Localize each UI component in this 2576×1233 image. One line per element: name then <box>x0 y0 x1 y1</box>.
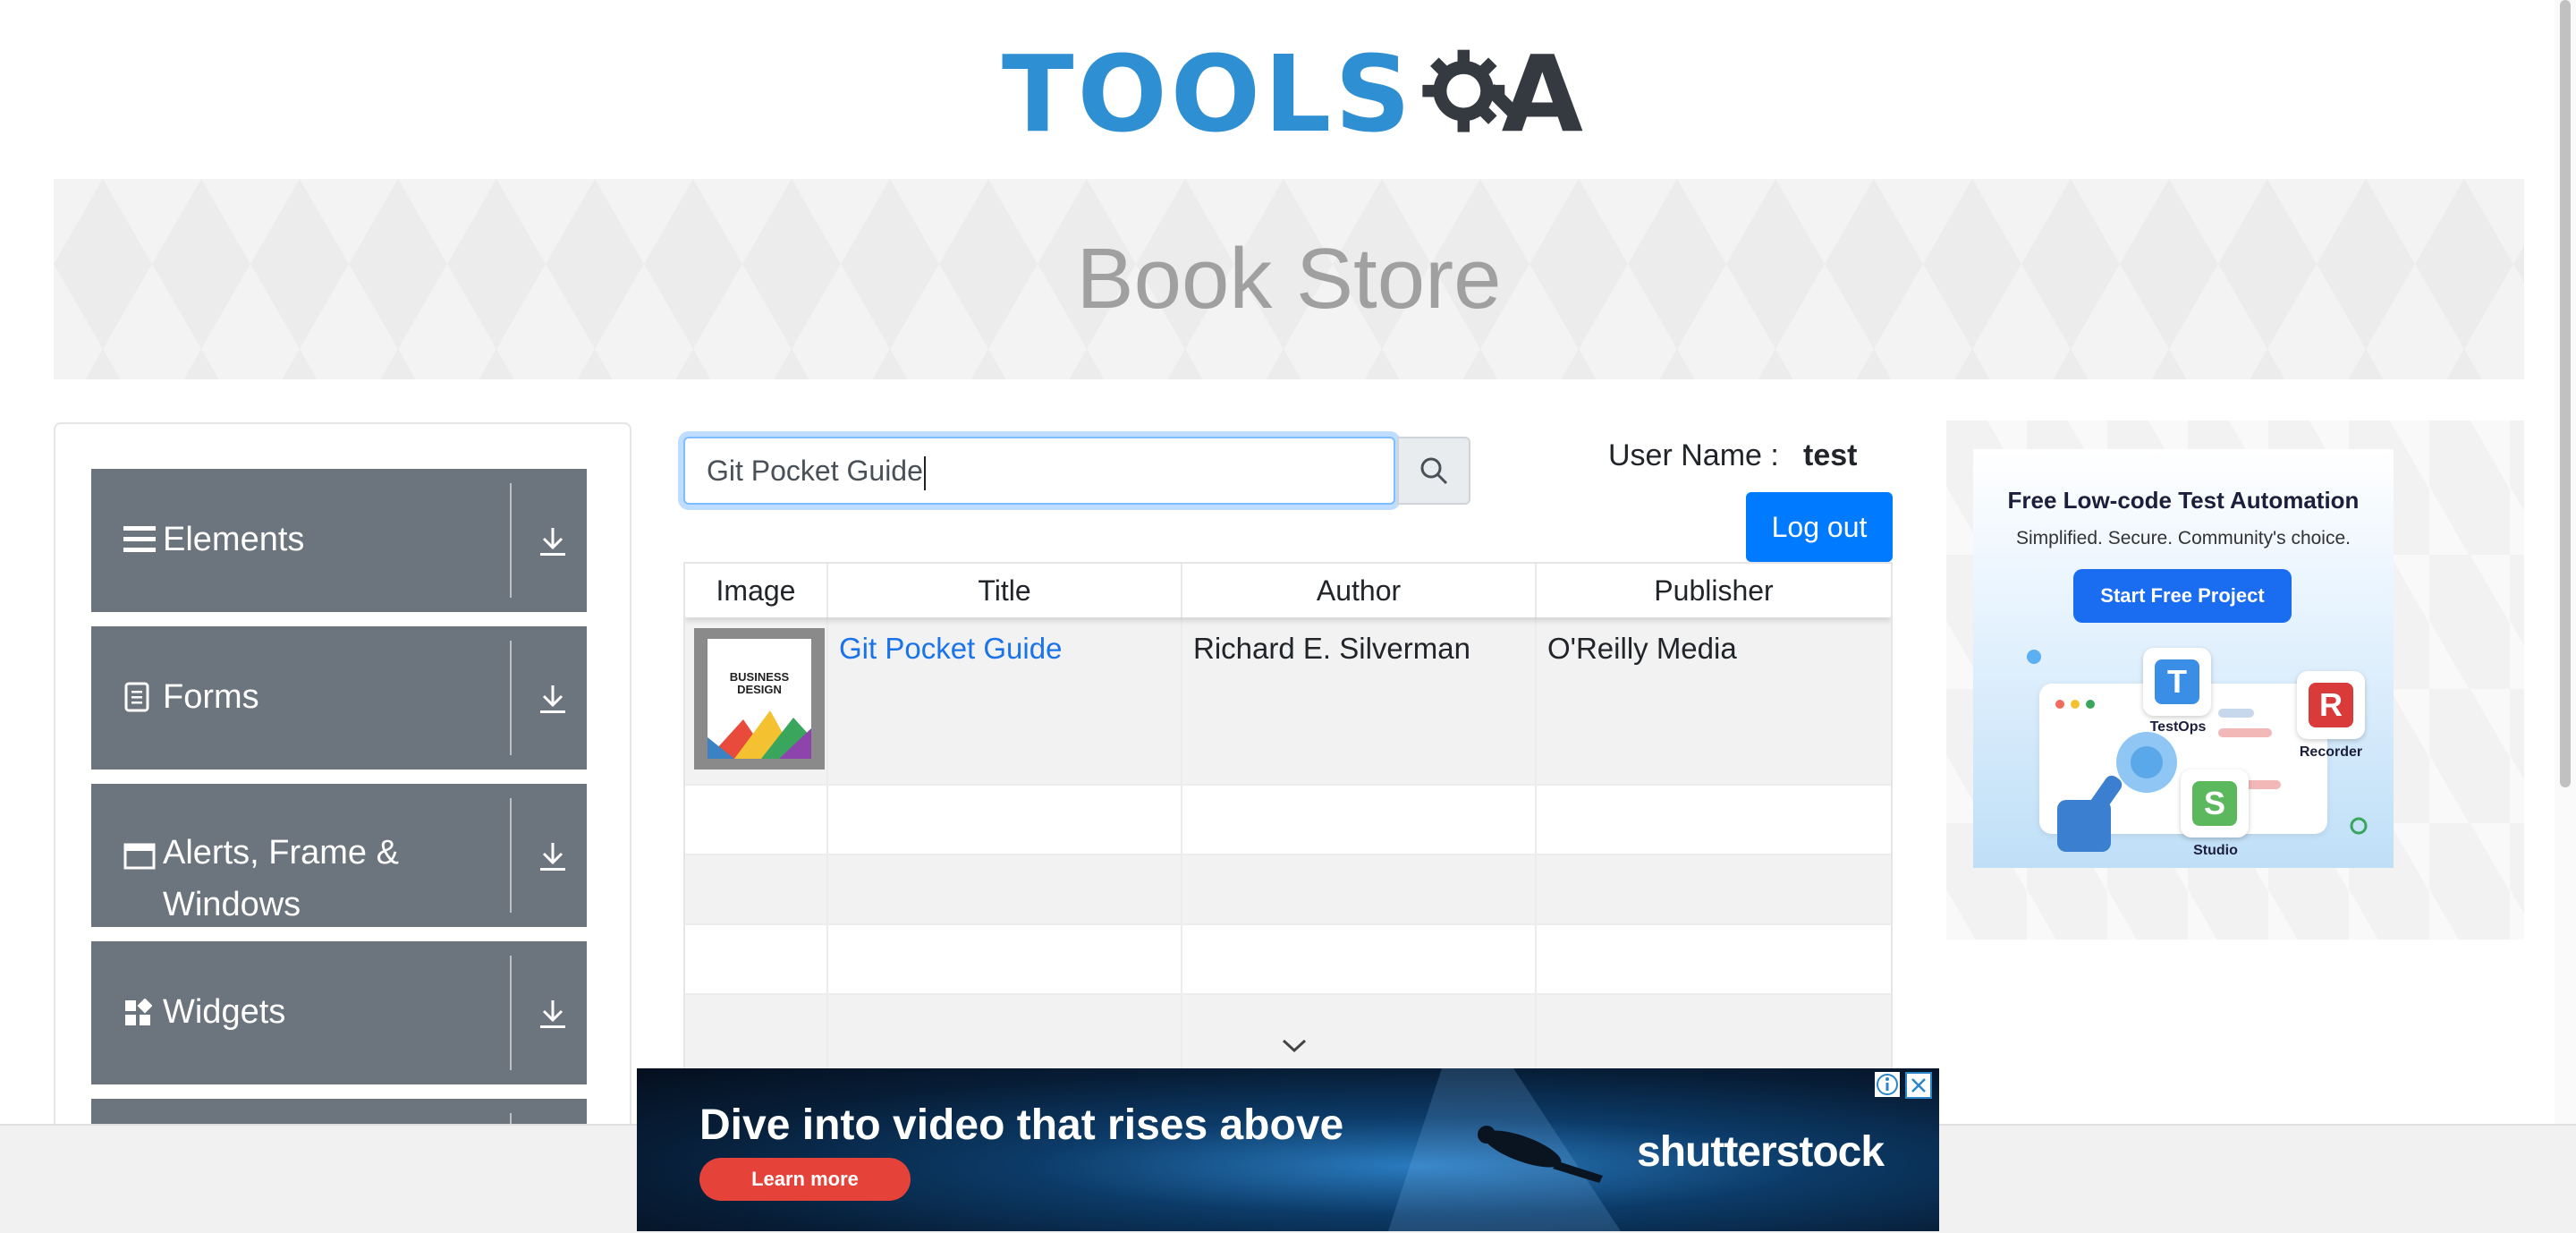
ad-info-icon[interactable] <box>1875 1072 1900 1097</box>
book-title-link[interactable]: Git Pocket Guide <box>839 632 1062 666</box>
studio-icon: S <box>2192 781 2237 826</box>
decor-dot-icon <box>2027 650 2041 664</box>
ad-bottom[interactable]: Dive into video that rises above Learn m… <box>637 1068 1939 1231</box>
ad-cta-button[interactable]: Start Free Project <box>2073 569 2292 623</box>
decor-ring-icon <box>2350 817 2368 835</box>
search-icon <box>1420 457 1448 485</box>
sidebar-group-label: Elements <box>163 521 305 558</box>
book-cover: BUSINESS DESIGN <box>708 639 811 759</box>
empty-cell <box>685 925 828 995</box>
search-input[interactable]: Git Pocket Guide <box>683 437 1395 505</box>
toolsqa-logo[interactable]: TOOLS A <box>1002 27 1583 161</box>
sidebar-group-label: Widgets <box>163 993 286 1031</box>
studio-tile: S <box>2181 770 2249 838</box>
gear-magnifier-icon <box>1422 49 1513 132</box>
logout-button[interactable]: Log out <box>1746 492 1893 562</box>
table-row-empty <box>685 784 1891 855</box>
column-header-author[interactable]: Author <box>1182 564 1537 617</box>
recorder-icon: R <box>2309 683 2353 727</box>
ad-card[interactable]: Free Low-code Test Automation Simplified… <box>1973 449 2394 868</box>
sidebar-group-label: Forms <box>163 678 259 716</box>
sidebar-group-forms[interactable]: Forms <box>91 626 587 770</box>
cell-author: Richard E. Silverman <box>1182 617 1537 784</box>
download-arrow-icon <box>540 528 565 556</box>
testops-label: TestOps <box>2149 719 2207 735</box>
search-input-value: Git Pocket Guide <box>707 455 923 487</box>
window-dots-icon <box>2055 700 2095 709</box>
column-header-publisher[interactable]: Publisher <box>1537 564 1891 617</box>
cell-publisher: O'Reilly Media <box>1537 617 1891 784</box>
group-divider <box>510 798 512 913</box>
book-cover-image: BUSINESS DESIGN <box>694 628 825 770</box>
ad-close-icon[interactable] <box>1905 1072 1932 1099</box>
page-scrollbar[interactable] <box>2555 0 2576 1231</box>
document-icon <box>124 682 149 712</box>
ad-bottom-cta[interactable]: Learn more <box>699 1158 911 1201</box>
books-table: Image Title Author Publisher BUSINESS DE… <box>683 562 1893 1131</box>
cell-image: BUSINESS DESIGN <box>685 617 828 784</box>
robot-arm-icon <box>2057 732 2177 852</box>
widgets-icon <box>125 999 152 1025</box>
column-header-title[interactable]: Title <box>828 564 1182 617</box>
search-button[interactable] <box>1397 437 1470 505</box>
empty-cell <box>828 925 1182 995</box>
sidebar-group-elements[interactable]: Elements <box>91 469 587 612</box>
page-banner: Book Store <box>54 179 2524 379</box>
empty-cell <box>828 786 1182 855</box>
book-author: Richard E. Silverman <box>1193 632 1470 665</box>
download-arrow-icon <box>540 1000 565 1028</box>
empty-cell <box>828 855 1182 925</box>
download-arrow-icon <box>540 685 565 713</box>
empty-cell <box>1182 786 1537 855</box>
group-divider <box>510 641 512 755</box>
table-row-empty <box>685 923 1891 995</box>
window-icon <box>123 843 156 870</box>
book-publisher: O'Reilly Media <box>1547 632 1737 665</box>
ad-right[interactable]: Free Low-code Test Automation Simplified… <box>1946 421 2524 940</box>
user-name-label: User Name : <box>1608 438 1779 472</box>
download-arrow-icon <box>540 843 565 871</box>
ad-subtitle: Simplified. Secure. Community's choice. <box>2016 528 2351 548</box>
book-cover-title: BUSINESS DESIGN <box>729 670 790 696</box>
empty-cell <box>1182 925 1537 995</box>
table-header: Image Title Author Publisher <box>685 564 1891 617</box>
empty-cell <box>685 855 828 925</box>
ad-title: Free Low-code Test Automation <box>2007 487 2360 514</box>
text-caret <box>923 455 926 490</box>
sidebar: Elements Forms Alerts, Frame & Windows W… <box>54 422 631 1142</box>
testops-icon: T <box>2155 659 2199 704</box>
page-title: Book Store <box>1076 231 1502 327</box>
recorder-label: Recorder <box>2299 744 2363 760</box>
sidebar-group-label: Alerts, Frame & Windows <box>163 834 399 923</box>
user-name-value: test <box>1803 438 1858 472</box>
ad-bottom-headline: Dive into video that rises above <box>699 1101 1344 1149</box>
logo-text: TOOLS <box>1002 32 1415 156</box>
hamburger-icon <box>123 526 156 552</box>
sidebar-group-alerts[interactable]: Alerts, Frame & Windows <box>91 784 587 927</box>
table-row: BUSINESS DESIGN Git Pocket Guide Richard… <box>685 617 1891 784</box>
studio-label: Studio <box>2193 843 2238 858</box>
empty-cell <box>685 786 828 855</box>
table-row-empty <box>685 854 1891 925</box>
recorder-tile: R <box>2297 671 2365 739</box>
ad-bottom-brand: shutterstock <box>1637 1128 1885 1176</box>
column-header-image[interactable]: Image <box>685 564 828 617</box>
cell-title: Git Pocket Guide <box>828 617 1182 784</box>
sidebar-group-widgets[interactable]: Widgets <box>91 941 587 1084</box>
book-cover-art <box>708 710 811 759</box>
group-divider <box>510 483 512 598</box>
chevron-down-icon[interactable] <box>1281 1038 1308 1054</box>
testops-tile: T <box>2143 648 2211 716</box>
logo-suffix: A <box>1501 32 1583 156</box>
group-divider <box>510 956 512 1070</box>
scrollbar-thumb[interactable] <box>2560 0 2571 787</box>
empty-cell <box>1182 855 1537 925</box>
